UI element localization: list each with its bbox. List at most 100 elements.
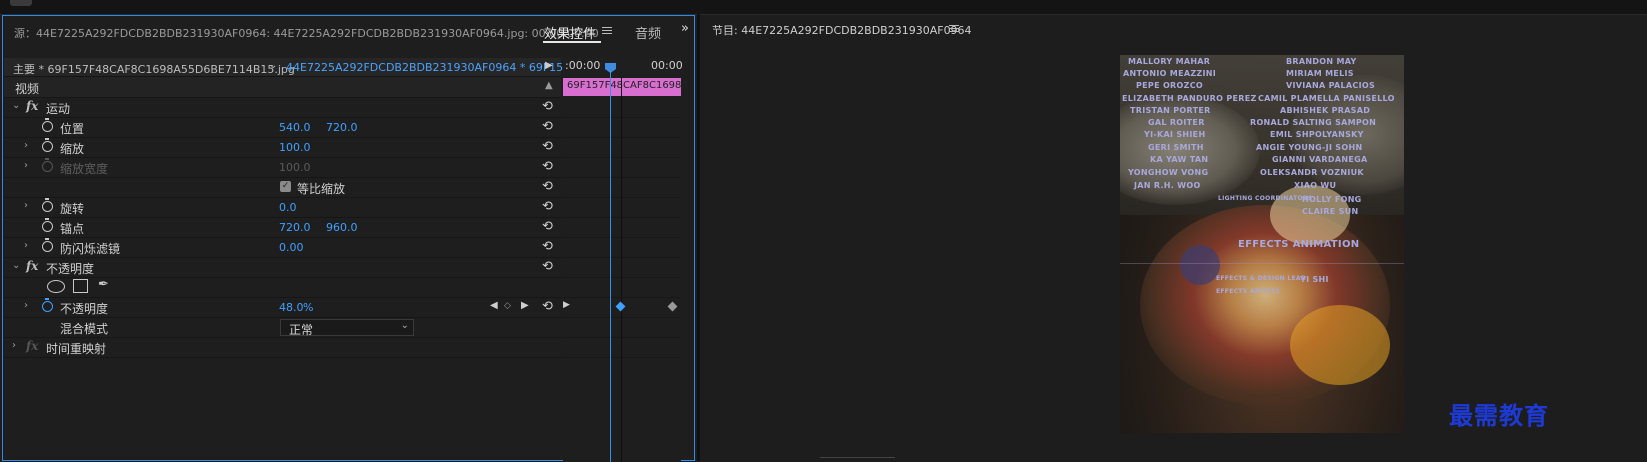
credit-text: RONALD SALTING SAMPON [1250,118,1377,127]
chevron-right-icon[interactable]: › [24,240,28,251]
reset-icon[interactable]: ⟲ [542,299,553,314]
chevron-right-icon[interactable]: › [24,140,28,151]
anchor-x-value[interactable]: 720.0 [279,221,311,234]
monitor-scroll-indicator[interactable] [820,457,895,458]
stopwatch-icon[interactable] [42,118,53,132]
uniform-scale-checkbox[interactable]: ✓ [280,181,291,192]
uniform-scale-label: 等比缩放 [297,182,346,196]
credit-text: ELIZABETH PANDURO PEREZ [1122,94,1257,103]
timeline-clip[interactable]: 69F157F48CAF8C1698A [563,78,688,96]
credit-text: CLAIRE SUN [1302,207,1359,216]
active-tab-underline [543,41,601,43]
credit-text: YI SHI [1300,275,1329,284]
add-keyframe-icon[interactable]: ◇ [504,301,511,311]
timeline-clip-label: 69F157F48CAF8C1698A [567,80,689,91]
blend-mode-value: 正常 [289,323,314,337]
fx-badge-icon[interactable]: fx [26,259,38,273]
reset-icon[interactable]: ⟲ [542,239,553,254]
rotation-label: 旋转 [60,202,85,216]
reset-icon[interactable]: ⟲ [542,179,553,194]
motion-label: 运动 [46,102,71,116]
program-monitor-title[interactable]: 节目: 44E7225A292FDCDB2BDB231930AF0964 [712,22,972,38]
sequence-clip-link[interactable]: 44E7225A292FDCDB2BDB231930AF0964 * 69F15… [286,61,574,74]
scale-value[interactable]: 100.0 [279,141,311,154]
keyframe-icon[interactable] [615,301,626,312]
credit-text: EFFECTS ARTISTS [1216,288,1280,295]
credit-text: MALLORY MAHAR [1128,57,1211,66]
chevron-right-icon[interactable]: › [24,200,28,211]
timeline-row [563,277,681,298]
stopwatch-icon[interactable] [42,218,53,232]
time-ruler[interactable]: :00:00 00:00 [563,58,683,76]
chevron-down-icon[interactable]: ⌄ [269,60,277,71]
source-tab-title[interactable]: 源：44E7225A292FDCDB2BDB231930AF0964: 44E7… [14,25,599,41]
reset-icon[interactable]: ⟲ [542,119,553,134]
credit-text: ANTONIO MEAZZINI [1123,69,1217,78]
timeline-row [563,117,681,138]
position-x-value[interactable]: 540.0 [279,121,311,134]
timeline-row [563,157,681,178]
chevron-right-icon[interactable]: › [24,300,28,311]
opacity-value[interactable]: 48.0 [279,301,304,314]
credit-text: YONGHOW VONG [1128,168,1209,177]
reset-icon[interactable]: ⟲ [542,259,553,274]
anti-flicker-value[interactable]: 0.00 [279,241,304,254]
chevron-down-icon[interactable]: ⌄ [12,100,20,111]
playhead-line[interactable] [610,68,611,462]
collapse-icon[interactable]: ▲ [545,80,553,91]
credit-text: OLEKSANDR VOZNIUK [1260,168,1364,177]
rotation-value[interactable]: 0.0 [279,201,297,214]
reset-icon[interactable]: ⟲ [542,199,553,214]
panel-divider[interactable] [697,14,700,461]
credit-text: KA YAW TAN [1150,155,1209,164]
scale-row: › 缩放 100.0 ⟲ [4,137,561,158]
next-keyframe-icon[interactable]: ▶ [521,300,529,311]
hamburger-menu-icon[interactable] [602,27,612,35]
motion-row[interactable]: ⌄ fx 运动 ⟲ [4,97,561,118]
top-strip [0,0,1647,15]
stopwatch-icon[interactable] [42,198,53,212]
program-video-frame: MALLORY MAHAR BRANDON MAY ANTONIO MEAZZI… [1120,55,1404,433]
keyframe-start-marker: ▶ [563,300,570,310]
hamburger-menu-icon[interactable] [949,25,959,33]
stopwatch-icon[interactable] [42,298,53,312]
uniform-scale-row: ✓ 等比缩放 ⟲ [4,177,561,198]
credit-text: CAMIL PLAMELLA PANISELLO [1258,94,1395,103]
watermark-logo: 最需教育 [1449,401,1549,430]
reset-icon[interactable]: ⟲ [542,159,553,174]
prev-keyframe-icon[interactable]: ◀ [490,300,498,311]
reset-icon[interactable]: ⟲ [542,219,553,234]
anchor-y-value[interactable]: 960.0 [326,221,358,234]
pen-mask-icon[interactable]: ✒ [98,277,109,292]
tab-effect-controls[interactable]: 效果控件 [544,23,596,42]
stopwatch-icon[interactable] [42,238,53,252]
keyframe-icon[interactable] [667,301,678,312]
timeline-row [563,237,681,258]
chevron-right-icon[interactable]: › [12,340,16,351]
tab-audio[interactable]: 音频 [635,23,661,42]
blend-mode-select[interactable]: 正常 ⌄ [280,319,414,337]
time-remap-row[interactable]: › fx 时间重映射 [4,337,561,358]
rectangle-mask-icon[interactable] [73,279,88,293]
fx-badge-icon[interactable]: fx [26,99,38,113]
reset-icon[interactable]: ⟲ [542,139,553,154]
position-y-value[interactable]: 720.0 [326,121,358,134]
play-icon[interactable]: ▶ [545,60,553,71]
rotation-row: › 旋转 0.0 ⟲ [4,197,561,218]
ellipse-mask-icon[interactable] [47,280,65,293]
reset-icon[interactable]: ⟲ [542,99,553,114]
fx-badge-icon: fx [26,339,39,353]
credit-text: ABHISHEK PRASAD [1280,106,1371,115]
opacity-effect-row[interactable]: ⌄ fx 不透明度 ⟲ [4,257,561,278]
credit-text: MIRIAM MELIS [1286,69,1354,78]
master-clip-label[interactable]: 主要 * 69F157F48CAF8C1698A55D6BE7114B15.jp… [13,61,295,77]
credit-text: VIVIANA PALACIOS [1286,81,1376,90]
scale-width-label: 缩放宽度 [60,162,109,176]
effect-timeline[interactable]: :00:00 00:00 69F157F48CAF8C1698A ▶ [563,58,688,462]
chevron-down-icon[interactable]: ⌄ [12,260,20,271]
position-label: 位置 [60,122,85,136]
effect-controls-panel: 源：44E7225A292FDCDB2BDB231930AF0964: 44E7… [2,15,695,462]
more-tabs-icon[interactable]: » [681,21,689,36]
stopwatch-icon[interactable] [42,138,53,152]
credit-text: YI-KAI SHIEH [1144,130,1206,139]
